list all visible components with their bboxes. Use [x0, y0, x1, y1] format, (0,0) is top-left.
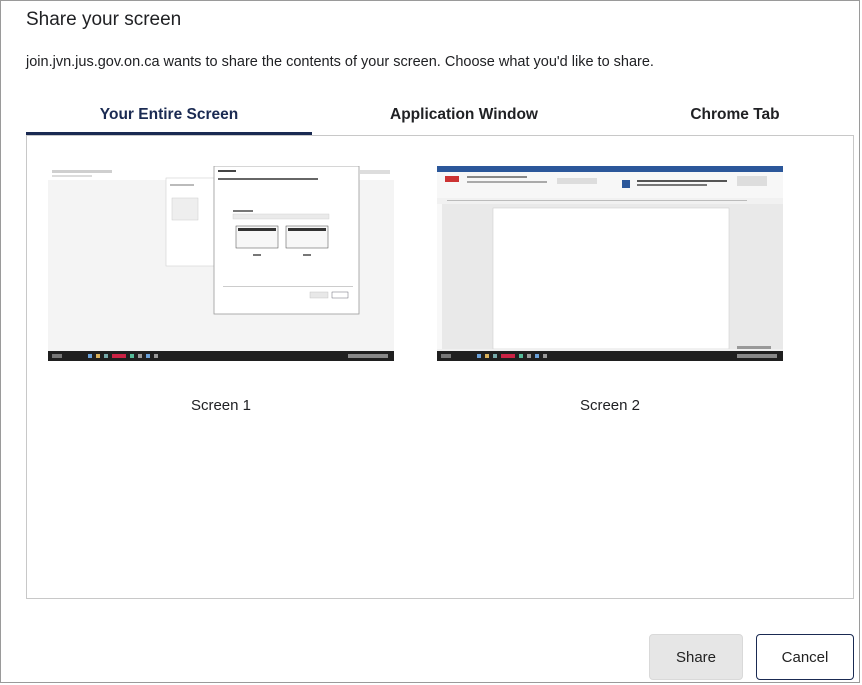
dialog-title: Share your screen: [26, 9, 182, 30]
tab-application-window[interactable]: Application Window: [312, 97, 616, 133]
screen-1-option[interactable]: Screen 1: [48, 166, 394, 414]
source-panel: Screen 1 Screen 2: [26, 135, 854, 599]
dialog-subtitle: join.jvn.jus.gov.on.ca wants to share th…: [26, 54, 654, 70]
screen-1-label: Screen 1: [190, 397, 252, 414]
share-button[interactable]: Share: [649, 634, 743, 680]
source-tabs: Your Entire Screen Application Window Ch…: [26, 97, 854, 135]
screen-2-option[interactable]: Screen 2: [437, 166, 783, 414]
screen-2-thumbnail: [437, 166, 783, 361]
screen-2-label: Screen 2: [579, 397, 641, 414]
share-screen-dialog: Share your screen join.jvn.jus.gov.on.ca…: [0, 0, 860, 683]
cancel-button[interactable]: Cancel: [756, 634, 854, 680]
tab-chrome-tab[interactable]: Chrome Tab: [616, 97, 854, 133]
tab-entire-screen[interactable]: Your Entire Screen: [26, 97, 312, 133]
screen-1-thumbnail: [48, 166, 394, 361]
